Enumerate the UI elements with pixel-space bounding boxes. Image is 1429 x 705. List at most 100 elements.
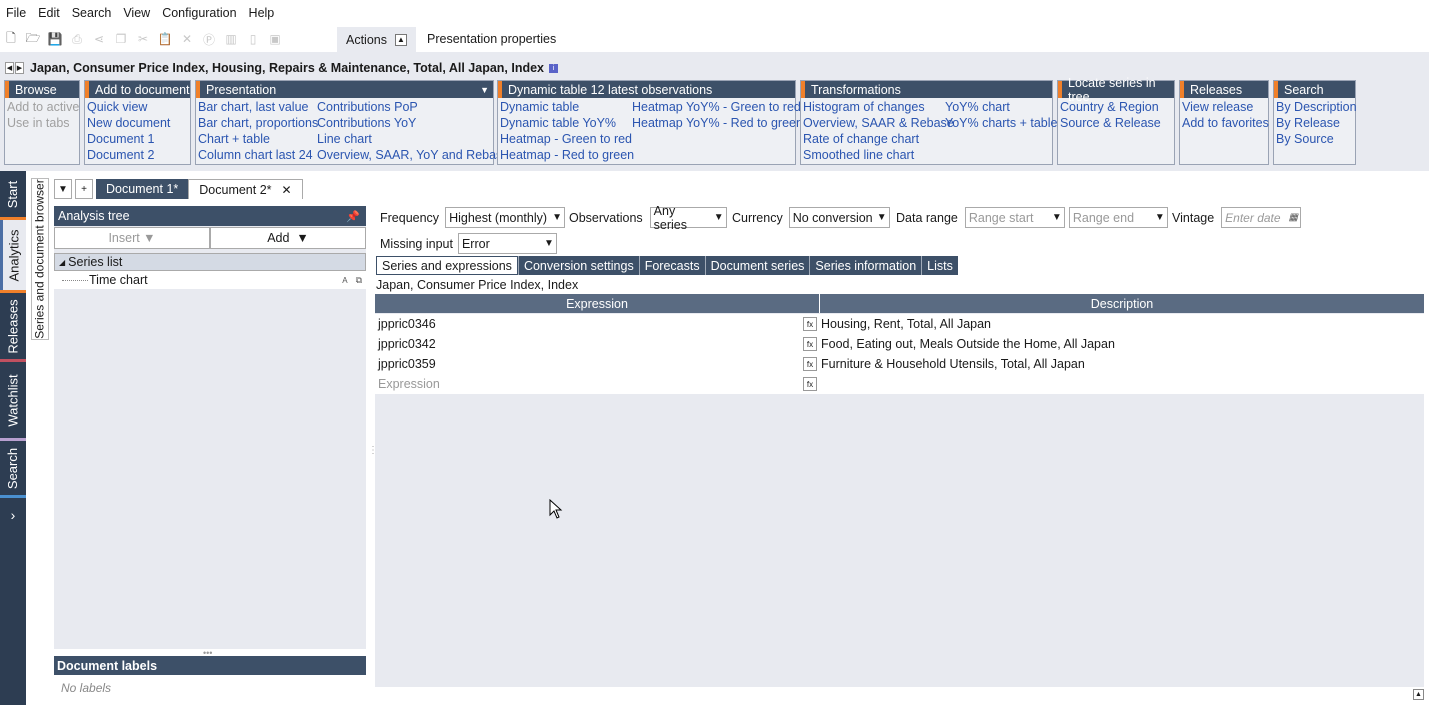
menu-edit[interactable]: Edit [32,6,66,20]
column-header-expression[interactable]: Expression [375,294,820,313]
chart-icon[interactable]: ▥ [220,29,242,49]
bar-chart-proportions-link[interactable]: Bar chart, proportions [198,116,318,130]
presentation-icon[interactable]: Ⓟ [198,29,220,49]
menu-help[interactable]: Help [243,6,281,20]
yoy-charts-table-link[interactable]: YoY% charts + table [945,116,1057,130]
menu-configuration[interactable]: Configuration [156,6,242,20]
histogram-link[interactable]: Histogram of changes [803,100,925,114]
sidebar-tab-watchlist[interactable]: Watchlist [0,362,26,438]
by-description-link[interactable]: By Description [1276,100,1357,114]
document-1-link[interactable]: Document 1 [87,132,154,146]
by-source-link[interactable]: By Source [1276,132,1334,146]
open-folder-icon[interactable]: 🗁 [22,29,44,49]
menu-view[interactable]: View [117,6,156,20]
actions-tab[interactable]: Actions ▲ [337,27,416,52]
tab-forecasts[interactable]: Forecasts [638,256,705,275]
calendar-icon[interactable]: ▦ [1286,212,1300,223]
line-chart-link[interactable]: Line chart [317,132,372,146]
delete-icon[interactable]: ✕ [176,29,198,49]
missing-input-select[interactable]: Error ▼ [457,233,557,254]
add-button[interactable]: Add ▼ [210,227,366,249]
range-end-select[interactable]: Range end ▼ [1068,207,1168,228]
document-2-link[interactable]: Document 2 [87,148,154,162]
menu-search[interactable]: Search [66,6,118,20]
function-icon[interactable]: fx [803,337,817,351]
expression-input[interactable]: Expression fx [375,377,820,391]
paste-icon[interactable]: 📋 [154,29,176,49]
source-release-link[interactable]: Source & Release [1060,116,1161,130]
heatmap-green-red-link[interactable]: Heatmap - Green to red [500,132,632,146]
tree-item-series-list[interactable]: ◢ Series list [54,253,366,271]
view-release-link[interactable]: View release [1182,100,1253,114]
tab-list-dropdown-icon[interactable]: ▼ [54,179,72,199]
vintage-date-input[interactable]: Enter date ▦ [1221,207,1302,228]
cut-icon[interactable]: ✂ [132,29,154,49]
expand-chevron-icon[interactable]: › [0,505,26,525]
frequency-select[interactable]: Highest (monthly) ▼ [445,207,566,228]
expression-cell[interactable]: jppric0346 fx [375,317,820,331]
heatmap-red-green-link[interactable]: Heatmap - Red to green [500,148,634,162]
table-row[interactable]: jppric0342 fx Food, Eating out, Meals Out… [375,334,1424,354]
menu-file[interactable]: File [0,6,32,20]
dropdown-icon[interactable]: ▼ [480,85,489,95]
sidebar-tab-search[interactable]: Search [0,441,26,495]
expression-cell[interactable]: jppric0359 fx [375,357,820,371]
add-tab-icon[interactable]: + [75,179,93,199]
series-document-browser-tab[interactable]: Series and document browser [31,178,49,340]
pin-icon[interactable]: 📌 [346,210,360,223]
heatmap-yoy-green-red-link[interactable]: Heatmap YoY% - Green to red [632,100,801,114]
collapse-triangle-icon[interactable]: ◢ [59,258,65,267]
quick-view-link[interactable]: Quick view [87,100,147,114]
tab-document-1[interactable]: Document 1* [96,179,189,199]
dynamic-table-link[interactable]: Dynamic table [500,100,579,114]
sidebar-tab-releases[interactable]: Releases [0,293,26,359]
scroll-up-icon[interactable]: ▲ [1413,689,1424,700]
function-icon[interactable]: fx [803,377,817,391]
add-to-favorites-link[interactable]: Add to favorites [1182,116,1269,130]
tab-series-expressions[interactable]: Series and expressions [376,256,518,275]
nav-back-icon[interactable]: ◀ [5,62,14,74]
presentation-properties-tab[interactable]: Presentation properties [427,32,556,46]
tab-conversion-settings[interactable]: Conversion settings [517,256,639,275]
table-row[interactable]: jppric0359 fx Furniture & Household Utens… [375,354,1424,374]
tab-document-2[interactable]: Document 2* ✕ [188,179,303,199]
contributions-yoy-link[interactable]: Contributions YoY [317,116,416,130]
column-header-description[interactable]: Description [820,294,1424,313]
overview-saar-link[interactable]: Overview, SAAR, YoY and Rebase [317,148,509,162]
chart-table-link[interactable]: Chart + table [198,132,270,146]
overview-saar-rebase-link[interactable]: Overview, SAAR & Rebase [803,116,954,130]
country-region-link[interactable]: Country & Region [1060,100,1159,114]
warning-icon[interactable]: ▣ [264,29,286,49]
expression-cell[interactable]: jppric0342 fx [375,337,820,351]
info-icon[interactable]: i [549,63,559,73]
open-window-icon[interactable]: ⧉ [356,275,362,286]
collapse-up-icon[interactable]: ▲ [395,33,407,46]
tab-lists[interactable]: Lists [921,256,958,275]
share-icon[interactable]: ⋖ [88,29,110,49]
currency-select[interactable]: No conversion ▼ [788,207,890,228]
series-icon[interactable]: ▯ [242,29,264,49]
nav-forward-icon[interactable]: ▶ [15,62,24,74]
add-to-active-link[interactable]: Add to active [7,100,79,114]
print-icon[interactable]: ⎙ [66,29,88,49]
new-document-link[interactable]: New document [87,116,170,130]
sidebar-tab-analytics[interactable]: Analytics [0,220,26,290]
table-row[interactable]: jppric0346 fx Housing, Rent, Total, All J… [375,314,1424,334]
function-icon[interactable]: fx [803,357,817,371]
tab-document-series[interactable]: Document series [704,256,810,275]
bar-chart-last-value-link[interactable]: Bar chart, last value [198,100,308,114]
rate-of-change-link[interactable]: Rate of change chart [803,132,919,146]
column-chart-last-24-link[interactable]: Column chart last 24 [198,148,313,162]
smoothed-line-link[interactable]: Smoothed line chart [803,148,914,162]
copy-icon[interactable]: ❐ [110,29,132,49]
insert-button[interactable]: Insert ▼ [54,227,210,249]
tab-series-information[interactable]: Series information [809,256,921,275]
observations-select[interactable]: Any series ▼ [649,204,727,232]
dynamic-table-yoy-link[interactable]: Dynamic table YoY% [500,116,616,130]
function-icon[interactable]: fx [803,317,817,331]
close-icon[interactable]: ✕ [282,183,292,197]
tree-item-time-chart[interactable]: Time chart A ⧉ [54,271,366,289]
new-document-icon[interactable]: 🗋 [0,29,22,49]
yoy-chart-link[interactable]: YoY% chart [945,100,1010,114]
range-start-select[interactable]: Range start ▼ [964,207,1065,228]
